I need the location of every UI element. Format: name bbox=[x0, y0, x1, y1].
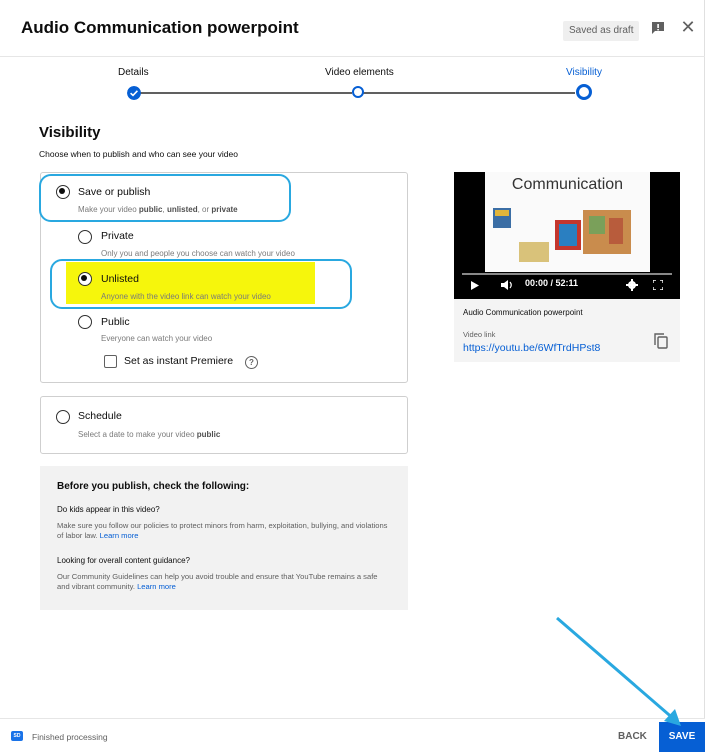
slide-title: Communication bbox=[511, 176, 624, 193]
video-preview-card: Communication 00:00 / 52:11 Audio Commun… bbox=[454, 172, 680, 362]
step-video-elements-label[interactable]: Video elements bbox=[325, 67, 394, 78]
guidance-question: Looking for overall content guidance? bbox=[57, 556, 190, 565]
private-radio[interactable] bbox=[78, 230, 92, 244]
instant-premiere-checkbox[interactable] bbox=[104, 355, 117, 368]
public-radio[interactable] bbox=[78, 315, 92, 329]
dialog-header: Audio Communication powerpoint Saved as … bbox=[0, 0, 705, 57]
instant-premiere-label: Set as instant Premiere bbox=[124, 355, 234, 367]
public-description: Everyone can watch your video bbox=[101, 334, 213, 343]
video-name: Audio Communication powerpoint bbox=[463, 308, 583, 317]
back-button[interactable]: BACK bbox=[612, 728, 653, 746]
learn-more-link[interactable]: Learn more bbox=[100, 531, 139, 540]
step-video-elements-dot[interactable] bbox=[352, 86, 364, 98]
fullscreen-icon[interactable] bbox=[653, 280, 663, 290]
schedule-label: Schedule bbox=[78, 410, 122, 422]
learn-more-link[interactable]: Learn more bbox=[137, 582, 176, 591]
video-link[interactable]: https://youtu.be/6WfTrdHPst8 bbox=[463, 342, 600, 354]
public-label: Public bbox=[101, 316, 130, 328]
step-visibility-dot[interactable] bbox=[576, 84, 592, 100]
play-icon[interactable] bbox=[470, 280, 480, 291]
kids-text: Make sure you follow our policies to pro… bbox=[57, 521, 388, 540]
close-icon[interactable]: ✕ bbox=[680, 18, 696, 36]
checklist-title: Before you publish, check the following: bbox=[57, 481, 250, 492]
stepper-line bbox=[362, 92, 575, 94]
step-visibility-label[interactable]: Visibility bbox=[566, 67, 602, 78]
feedback-icon[interactable] bbox=[651, 21, 665, 35]
schedule-radio[interactable] bbox=[56, 410, 70, 424]
visibility-subtitle: Choose when to publish and who can see y… bbox=[39, 149, 238, 159]
copy-icon[interactable] bbox=[654, 333, 668, 349]
help-icon[interactable]: ? bbox=[245, 356, 258, 369]
schedule-box bbox=[40, 396, 408, 454]
prepublish-checklist: Before you publish, check the following:… bbox=[40, 466, 408, 610]
schedule-description: Select a date to make your video public bbox=[78, 430, 221, 439]
sd-badge-icon: SD bbox=[11, 731, 23, 741]
private-description: Only you and people you choose can watch… bbox=[101, 249, 295, 258]
step-details-label[interactable]: Details bbox=[118, 67, 149, 78]
video-thumbnail[interactable]: Communication 00:00 / 52:11 bbox=[454, 172, 680, 299]
dialog-footer: SD Finished processing BACK SAVE bbox=[0, 718, 705, 754]
upload-dialog: Audio Communication powerpoint Saved as … bbox=[0, 0, 705, 754]
video-time: 00:00 / 52:11 bbox=[525, 278, 579, 288]
guidance-text: Our Community Guidelines can help you av… bbox=[57, 572, 378, 591]
processing-status: Finished processing bbox=[32, 732, 108, 742]
volume-icon[interactable] bbox=[500, 279, 514, 291]
dialog-title: Audio Communication powerpoint bbox=[21, 18, 299, 37]
visibility-heading: Visibility bbox=[39, 124, 101, 141]
settings-gear-icon[interactable] bbox=[626, 279, 638, 291]
video-link-label: Video link bbox=[463, 330, 496, 339]
progress-stepper: Details Video elements Visibility bbox=[0, 56, 705, 104]
stepper-line bbox=[140, 92, 352, 94]
save-button[interactable]: SAVE bbox=[659, 722, 705, 752]
save-or-publish-callout bbox=[39, 174, 291, 222]
private-label: Private bbox=[101, 230, 134, 242]
slide-preview: Communication bbox=[485, 172, 650, 272]
unlisted-callout bbox=[50, 259, 352, 309]
draft-status-badge: Saved as draft bbox=[563, 21, 640, 41]
check-circle-icon[interactable] bbox=[127, 86, 141, 100]
slide-illustration bbox=[493, 208, 631, 262]
kids-question: Do kids appear in this video? bbox=[57, 505, 160, 514]
progress-bar[interactable] bbox=[462, 273, 672, 275]
